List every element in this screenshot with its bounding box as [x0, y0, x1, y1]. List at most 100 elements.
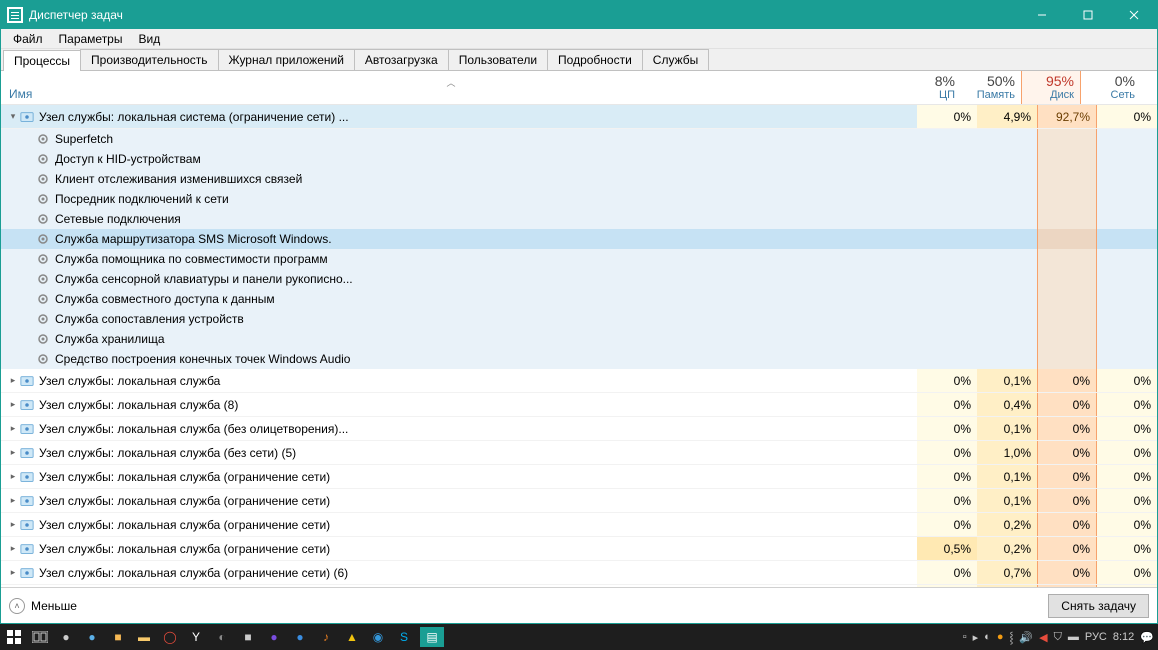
fewer-details-button[interactable]: ˄ Меньше — [9, 598, 77, 614]
service-name: Доступ к HID-устройствам — [55, 152, 201, 166]
taskbar-app-icon[interactable]: ■ — [238, 627, 258, 647]
chevron-right-icon[interactable]: ▸ — [7, 519, 19, 530]
service-child-row[interactable]: Служба помощника по совместимости програ… — [1, 249, 1157, 269]
chevron-right-icon[interactable]: ▸ — [7, 471, 19, 482]
chevron-right-icon[interactable]: ▸ — [7, 495, 19, 506]
close-button[interactable] — [1111, 1, 1157, 29]
service-child-row[interactable]: Служба совместного доступа к данным — [1, 289, 1157, 309]
process-row[interactable]: ▸Узел службы: локальная служба (без олиц… — [1, 417, 1157, 441]
process-row[interactable]: ▸Узел службы: локальная служба (ограниче… — [1, 513, 1157, 537]
tab-processes[interactable]: Процессы — [3, 50, 81, 71]
tab-details[interactable]: Подробности — [547, 49, 643, 70]
tray-icon[interactable]: ▫ — [963, 631, 967, 643]
chevron-right-icon[interactable]: ▸ — [7, 423, 19, 434]
tab-users[interactable]: Пользователи — [448, 49, 548, 70]
menu-view[interactable]: Вид — [130, 30, 168, 48]
tab-apphistory[interactable]: Журнал приложений — [218, 49, 355, 70]
process-row[interactable]: ▸ Узел службы: локальная служба (ограниче… — [1, 465, 1157, 489]
process-group-row[interactable]: ▾Узел службы: локальная система (огранич… — [1, 105, 1157, 129]
service-name: Superfetch — [55, 132, 113, 146]
taskmanager-taskbar-icon[interactable]: ▤ — [420, 627, 444, 647]
chevron-right-icon[interactable]: ▸ — [7, 399, 19, 410]
end-task-button[interactable]: Снять задачу — [1048, 594, 1149, 618]
taskbar-app-icon[interactable]: ■ — [108, 627, 128, 647]
taskbar-app-icon[interactable]: ♪ — [316, 627, 336, 647]
process-row[interactable]: ▸ Узел службы: локальная служба (ограниче… — [1, 561, 1157, 585]
taskbar-app-icon[interactable]: ● — [264, 627, 284, 647]
process-row[interactable]: ▸Узел службы: локальная служба0%0,1%0%0% — [1, 369, 1157, 393]
skype-icon[interactable]: S — [394, 627, 414, 647]
taskbar-app-icon[interactable]: ● — [82, 627, 102, 647]
col-cpu[interactable]: 8% ЦП — [901, 71, 961, 104]
system-tray[interactable]: ▫ ▸ ◐ ● ⸾ 🔊 ◀ ⛉ ▬ РУС 8:12 💬 — [963, 630, 1154, 645]
service-host-icon — [19, 517, 35, 533]
col-memory[interactable]: 50% Память — [961, 71, 1021, 104]
steam-icon[interactable]: ◐ — [212, 627, 232, 647]
chevron-right-icon[interactable]: ▸ — [7, 567, 19, 578]
process-name: Узел службы: локальная служба (ограничен… — [39, 566, 348, 580]
service-name: Служба хранилища — [55, 332, 165, 346]
service-child-row[interactable]: Superfetch — [1, 129, 1157, 149]
steam-tray-icon[interactable]: ◐ — [984, 631, 991, 643]
explorer-icon[interactable]: ▬ — [134, 627, 154, 647]
tab-startup[interactable]: Автозагрузка — [354, 49, 449, 70]
menu-file[interactable]: Файл — [5, 30, 51, 48]
notifications-icon[interactable]: 💬 — [1140, 631, 1154, 644]
taskbar-app-icon[interactable]: ● — [290, 627, 310, 647]
service-child-row[interactable]: Служба сопоставления устройств — [1, 309, 1157, 329]
process-name: Узел службы: локальная служба (ограничен… — [39, 470, 330, 484]
volume-icon[interactable]: 🔊 — [1019, 631, 1033, 644]
chevron-right-icon[interactable]: ▸ — [7, 375, 19, 386]
gear-icon — [35, 131, 51, 147]
minimize-button[interactable] — [1019, 1, 1065, 29]
process-row[interactable]: ▸Узел службы: модуль запуска процессов D… — [1, 585, 1157, 587]
tray-icon[interactable]: ▸ — [973, 631, 979, 644]
tabbar: Процессы Производительность Журнал прило… — [1, 49, 1157, 71]
process-row[interactable]: ▸Узел службы: локальная служба (без сети… — [1, 441, 1157, 465]
service-host-icon — [19, 397, 35, 413]
taskbar[interactable]: ● ● ■ ▬ ◯ Y ◐ ■ ● ● ♪ ▲ ◉ S ▤ ▫ ▸ ◐ ● ⸾ … — [0, 624, 1158, 650]
maximize-button[interactable] — [1065, 1, 1111, 29]
service-child-row[interactable]: Сетевые подключения — [1, 209, 1157, 229]
col-name[interactable]: ︿ Имя — [1, 71, 901, 104]
cpu-value: 0% — [917, 417, 977, 440]
taskview-icon[interactable] — [30, 627, 50, 647]
taskbar-app-icon[interactable]: ● — [56, 627, 76, 647]
yandex-icon[interactable]: Y — [186, 627, 206, 647]
disk-value: 0% — [1037, 417, 1097, 440]
app-icon — [7, 7, 23, 23]
chevron-right-icon[interactable]: ▸ — [7, 447, 19, 458]
clock[interactable]: 8:12 — [1113, 631, 1134, 643]
chevron-down-icon[interactable]: ▾ — [7, 111, 19, 122]
service-child-row[interactable]: Служба хранилища — [1, 329, 1157, 349]
tab-performance[interactable]: Производительность — [80, 49, 218, 70]
tray-icon[interactable]: ● — [997, 631, 1004, 643]
battery-icon[interactable]: ▬ — [1068, 631, 1079, 643]
process-row[interactable]: ▸Узел службы: локальная служба (8)0%0,4%… — [1, 393, 1157, 417]
tray-icon[interactable]: ◀ — [1039, 631, 1047, 644]
service-child-row[interactable]: Служба сенсорной клавиатуры и панели рук… — [1, 269, 1157, 289]
tray-icon[interactable]: ⛉ — [1054, 631, 1062, 644]
titlebar[interactable]: Диспетчер задач — [1, 1, 1157, 29]
service-child-row[interactable]: Служба маршрутизатора SMS Microsoft Wind… — [1, 229, 1157, 249]
col-network[interactable]: 0% Сеть — [1081, 71, 1141, 104]
memory-value: 0,1% — [977, 369, 1037, 392]
taskbar-app-icon[interactable]: ◉ — [368, 627, 388, 647]
start-button[interactable] — [4, 627, 24, 647]
service-child-row[interactable]: Средство построения конечных точек Windo… — [1, 349, 1157, 369]
taskbar-app-icon[interactable]: ▲ — [342, 627, 362, 647]
chevron-right-icon[interactable]: ▸ — [7, 543, 19, 554]
tab-services[interactable]: Службы — [642, 49, 709, 70]
menu-options[interactable]: Параметры — [51, 30, 131, 48]
wifi-icon[interactable]: ⸾ — [1009, 630, 1013, 645]
process-row[interactable]: ▸Узел службы: локальная служба (ограниче… — [1, 537, 1157, 561]
disk-value: 0% — [1037, 465, 1097, 488]
language-indicator[interactable]: РУС — [1085, 631, 1107, 643]
process-row[interactable]: ▸Узел службы: локальная служба (ограниче… — [1, 489, 1157, 513]
service-child-row[interactable]: Доступ к HID-устройствам — [1, 149, 1157, 169]
col-disk[interactable]: 95% Диск — [1021, 71, 1081, 104]
process-list[interactable]: ▾Узел службы: локальная система (огранич… — [1, 105, 1157, 587]
service-child-row[interactable]: Клиент отслеживания изменившихся связей — [1, 169, 1157, 189]
opera-icon[interactable]: ◯ — [160, 627, 180, 647]
service-child-row[interactable]: Посредник подключений к сети — [1, 189, 1157, 209]
